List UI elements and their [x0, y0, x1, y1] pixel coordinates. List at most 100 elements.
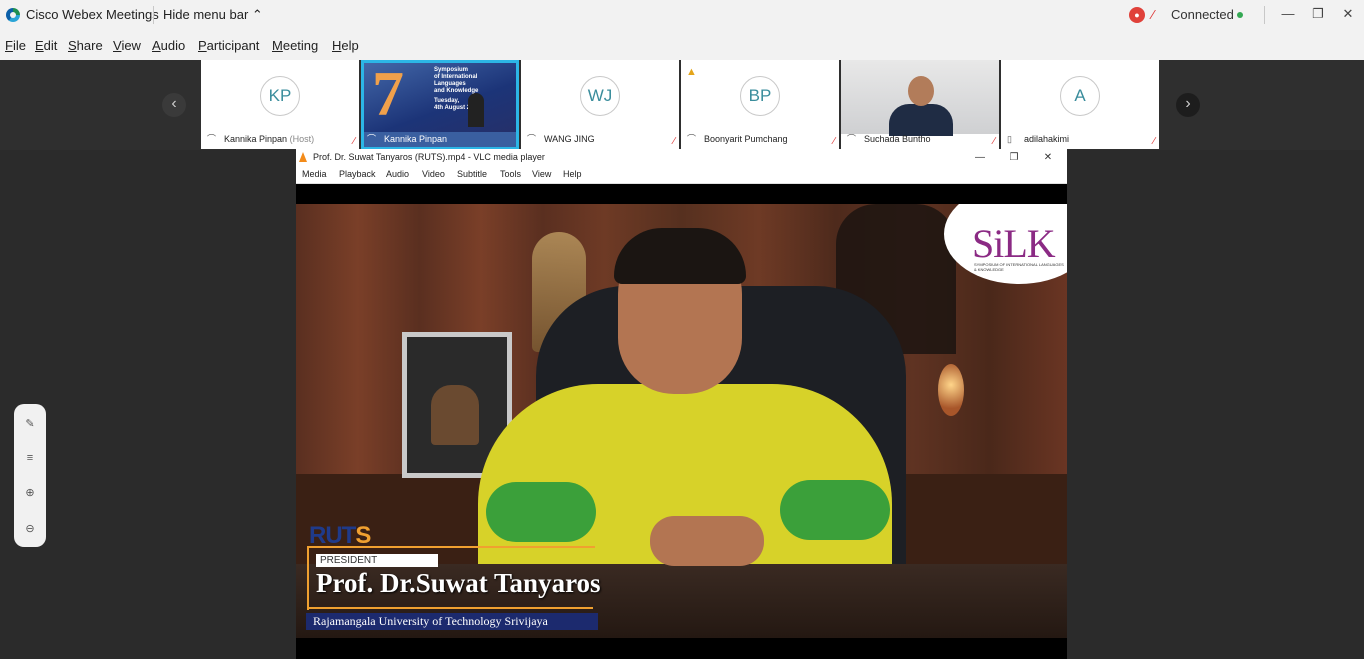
participant-name-text: Kannika Pinpan [384, 134, 448, 144]
slide-line: Symposium [434, 67, 469, 73]
restore-button[interactable]: ❐ [1306, 4, 1330, 24]
participant-tile[interactable]: ▲ BP ⌒ Boonyarit Pumchang ∕ [681, 60, 839, 149]
headset-icon: ⌒ [367, 134, 377, 144]
vlc-menu-help[interactable]: Help [563, 169, 582, 179]
connection-status: Connected [1171, 7, 1234, 22]
mic-muted-icon: ∕ [1153, 136, 1155, 147]
vlc-restore-button[interactable]: ❐ [1004, 150, 1024, 165]
vlc-menu-view[interactable]: View [532, 169, 551, 179]
menu-help[interactable]: Help [332, 38, 359, 53]
mic-muted-icon[interactable]: ∕ [1152, 7, 1154, 22]
video-speaker-hair [614, 228, 746, 284]
chevron-right-icon[interactable]: › [1176, 93, 1200, 117]
webex-menu-bar: File Edit Share View Audio Participant M… [0, 30, 1364, 61]
participant-name-text: adilahakimi [1024, 134, 1070, 144]
vlc-window: Prof. Dr. Suwat Tanyaros (RUTS).mp4 - VL… [296, 149, 1067, 659]
menu-audio[interactable]: Audio [152, 38, 185, 53]
menu-file[interactable]: File [5, 38, 26, 53]
participant-name-text: Boonyarit Pumchang [704, 134, 788, 144]
participant-name: ⌒ WANG JING [527, 132, 595, 147]
vlc-menu-tools[interactable]: Tools [500, 169, 521, 179]
menu-share[interactable]: Share [68, 38, 103, 53]
participant-camera-feed [841, 60, 999, 136]
close-button[interactable]: ✕ [1336, 4, 1360, 24]
slide-line: of International [434, 74, 478, 80]
vlc-close-button[interactable]: ✕ [1038, 150, 1058, 165]
chevron-up-icon: ⌃ [251, 7, 263, 22]
participant-name: ▯ adilahakimi [1007, 132, 1069, 147]
participant-name-text: Suchada Buntho [864, 134, 931, 144]
menu-meeting[interactable]: Meeting [272, 38, 318, 53]
mic-muted-icon: ∕ [673, 136, 675, 147]
headset-icon: ⌒ [527, 134, 537, 144]
window-separator [1264, 6, 1265, 24]
speaker-role: PRESIDENT [316, 554, 438, 567]
presenter-figure [468, 93, 484, 127]
warning-icon: ▲ [686, 66, 697, 78]
participant-tile[interactable]: A ▯ adilahakimi ∕ [1001, 60, 1159, 149]
title-separator [153, 6, 154, 24]
connected-indicator-icon [1237, 12, 1243, 18]
annotate-icon[interactable]: ✎ [21, 415, 39, 433]
mic-muted-icon: ∕ [833, 136, 835, 147]
vlc-menu-video[interactable]: Video [422, 169, 445, 179]
video-frame[interactable]: SiLK SYMPOSIUM OF INTERNATIONAL LANGUAGE… [296, 204, 1067, 638]
app-title: Cisco Webex Meetings [26, 7, 159, 22]
webex-title-bar: Cisco Webex Meetings Hide menu bar ⌃ ● ∕… [0, 0, 1364, 30]
participant-head [908, 76, 934, 106]
headset-icon: ⌒ [847, 134, 857, 144]
eraser-icon[interactable]: ≡ [21, 449, 39, 467]
vlc-menu-audio[interactable]: Audio [386, 169, 409, 179]
participant-name-text: WANG JING [544, 134, 595, 144]
participant-name: ⌒ Kannika Pinpan [364, 132, 516, 147]
silk-logo: SiLK [972, 221, 1056, 266]
video-speaker-hands [650, 516, 764, 566]
hide-menu-bar-label: Hide menu bar [163, 7, 249, 22]
headset-icon: ⌒ [207, 134, 217, 144]
vlc-menu-playback[interactable]: Playback [339, 169, 376, 179]
host-label: (Host) [289, 134, 315, 144]
participant-name-text: Kannika Pinpan [224, 134, 288, 144]
vlc-menu-media[interactable]: Media [302, 169, 327, 179]
participant-name: ⌒ Kannika Pinpan (Host) [207, 132, 314, 147]
annotation-toolbar: ✎ ≡ ⊕ ⊖ [14, 404, 46, 547]
webex-logo-icon [6, 8, 20, 22]
mic-muted-icon: ∕ [353, 136, 355, 147]
avatar: BP [740, 76, 780, 116]
participant-tile[interactable]: WJ ⌒ WANG JING ∕ [521, 60, 679, 149]
headset-icon: ⌒ [687, 134, 697, 144]
vlc-cone-icon [299, 152, 307, 162]
speaker-name: Prof. Dr.Suwat Tanyaros [316, 568, 601, 598]
participant-tile[interactable]: ⌒ Suchada Buntho ∕ [841, 60, 999, 149]
vlc-title-bar: Prof. Dr. Suwat Tanyaros (RUTS).mp4 - VL… [296, 149, 1067, 166]
ruts-logo-s: S [355, 522, 371, 549]
avatar: WJ [580, 76, 620, 116]
zoom-in-icon[interactable]: ⊕ [21, 484, 39, 502]
ruts-logo-text: RUT [309, 522, 356, 549]
menu-participant[interactable]: Participant [198, 38, 259, 53]
avatar: A [1060, 76, 1100, 116]
phone-icon: ▯ [1007, 134, 1012, 144]
participant-tile-active[interactable]: 7 Symposium of International Languages a… [361, 60, 519, 149]
vlc-menu-bar: Media Playback Audio Video Subtitle Tool… [296, 166, 1067, 184]
slide-line: Languages [434, 81, 466, 87]
participant-name: ⌒ Suchada Buntho [847, 132, 931, 147]
participant-name: ⌒ Boonyarit Pumchang [687, 132, 788, 147]
menu-edit[interactable]: Edit [35, 38, 57, 53]
hide-menu-bar-button[interactable]: Hide menu bar ⌃ [163, 7, 263, 23]
vlc-menu-subtitle[interactable]: Subtitle [457, 169, 487, 179]
chevron-left-icon[interactable]: ‹ [162, 93, 186, 117]
slide-number: 7 [372, 60, 404, 129]
video-speaker-sleeve [486, 482, 596, 542]
mic-muted-icon: ∕ [993, 136, 995, 147]
vlc-minimize-button[interactable]: — [970, 150, 990, 165]
participant-tile[interactable]: KP ⌒ Kannika Pinpan (Host) ∕ [201, 60, 359, 149]
record-icon[interactable]: ● [1129, 7, 1145, 23]
lower-third-underline [307, 607, 593, 609]
silk-logo-subtitle: SYMPOSIUM OF INTERNATIONAL LANGUAGES & K… [974, 262, 1064, 272]
vlc-title: Prof. Dr. Suwat Tanyaros (RUTS).mp4 - VL… [313, 152, 545, 162]
shared-slide-thumbnail: 7 Symposium of International Languages a… [364, 60, 516, 133]
zoom-out-icon[interactable]: ⊖ [21, 520, 39, 538]
minimize-button[interactable]: — [1276, 4, 1300, 24]
menu-view[interactable]: View [113, 38, 141, 53]
